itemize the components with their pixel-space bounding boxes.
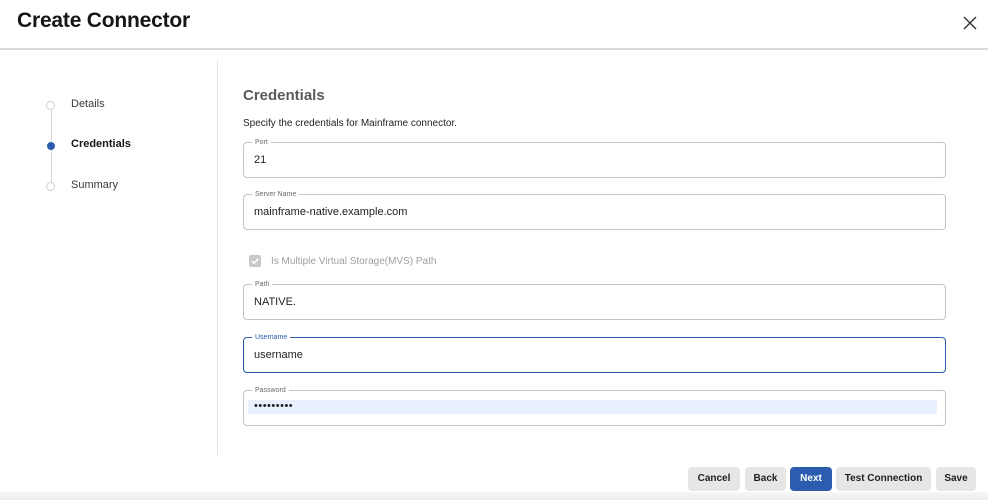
step-indicator (46, 101, 55, 110)
dialog-title: Create Connector (17, 9, 191, 32)
step-credentials[interactable]: Credentials (40, 136, 210, 158)
path-field[interactable]: Path NATIVE. (243, 280, 946, 320)
autofill-highlight (248, 400, 937, 414)
username-value[interactable]: username (254, 349, 303, 361)
port-value[interactable]: 21 (254, 154, 266, 166)
username-field[interactable]: Username username (243, 333, 946, 373)
username-label: Username (252, 333, 291, 342)
section-description: Specify the credentials for Mainframe co… (243, 118, 457, 129)
mvs-checkbox-row: Is Multiple Virtual Storage(MVS) Path (249, 254, 549, 270)
section-title: Credentials (243, 87, 325, 104)
path-label: Path (252, 280, 273, 289)
mvs-checkbox-label: Is Multiple Virtual Storage(MVS) Path (271, 256, 437, 267)
server-name-value[interactable]: mainframe-native.example.com (254, 206, 407, 218)
password-value[interactable]: ••••••••• (254, 400, 293, 412)
mvs-checkbox (249, 255, 261, 267)
back-button[interactable]: Back (745, 467, 786, 491)
step-indicator (46, 182, 55, 191)
server-name-label: Server Name (252, 190, 300, 199)
port-label: Port (252, 138, 271, 147)
port-field[interactable]: Port 21 (243, 138, 946, 178)
next-button[interactable]: Next (790, 467, 832, 491)
vertical-divider (217, 60, 218, 455)
wizard-stepper: Details Credentials Summary (40, 88, 210, 208)
step-indicator-active (47, 142, 55, 150)
server-name-field[interactable]: Server Name mainframe-native.example.com (243, 190, 946, 230)
step-label: Summary (71, 179, 119, 191)
step-label: Credentials (71, 138, 131, 150)
step-summary[interactable]: Summary (40, 177, 210, 199)
footer-shadow (0, 492, 988, 500)
cancel-button[interactable]: Cancel (688, 467, 740, 491)
test-connection-button[interactable]: Test Connection (836, 467, 931, 491)
step-label: Details (71, 98, 105, 110)
step-details[interactable]: Details (40, 96, 210, 118)
dialog-header: Create Connector (0, 0, 988, 50)
password-label: Password (252, 386, 289, 395)
save-button[interactable]: Save (936, 467, 976, 491)
password-field[interactable]: Password ••••••••• (243, 386, 946, 426)
close-icon[interactable] (962, 15, 978, 31)
path-value[interactable]: NATIVE. (254, 296, 296, 308)
